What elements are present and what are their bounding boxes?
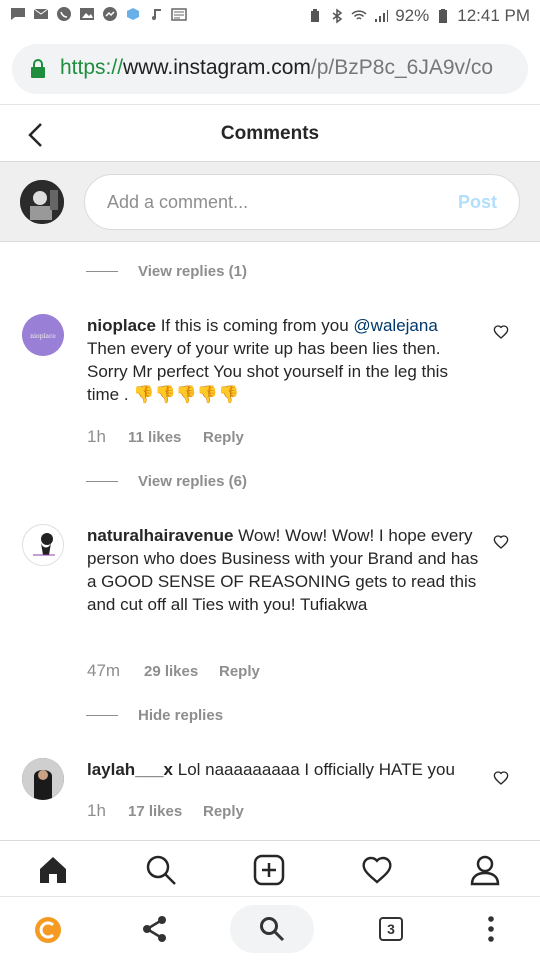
comment-item: laylah___x Lol naaaaaaaaa I officially H… (0, 758, 540, 828)
url-text: https://www.instagram.com/p/BzP8c_6JA9v/… (60, 56, 520, 80)
music-icon (152, 9, 161, 20)
tab-switcher[interactable]: 3 (379, 917, 403, 941)
url-path: /p/BzP8c_6JA9v/co (310, 56, 494, 79)
avatar[interactable] (22, 524, 64, 566)
current-user-avatar[interactable] (20, 180, 64, 224)
avatar[interactable]: nioplace (22, 314, 64, 356)
comment-time: 47m (87, 661, 121, 680)
image-icon (80, 8, 94, 20)
wifi-icon (351, 10, 367, 20)
search-icon (260, 917, 285, 942)
comment-item: naturalhairavenue Wow! Wow! Wow! I hope … (0, 524, 540, 694)
address-bar[interactable]: https://www.instagram.com/p/BzP8c_6JA9v/… (12, 44, 528, 94)
thumbs-down-emoji: 👎👎👎👎👎 (133, 385, 240, 404)
browser-logo-icon[interactable] (34, 916, 62, 949)
overflow-menu-icon[interactable] (486, 915, 496, 948)
comment-likes[interactable]: 17 likes (128, 803, 203, 820)
reply-button[interactable]: Reply (203, 429, 244, 446)
comment-item: nioplace nioplace If this is coming from… (0, 314, 540, 464)
search-icon[interactable] (144, 853, 178, 887)
new-post-icon[interactable] (252, 853, 286, 887)
mention-link[interactable]: @walejana (353, 316, 437, 335)
page-title: Comments (220, 123, 320, 144)
view-replies-label: View replies (6) (138, 473, 247, 490)
url-scheme: https:// (60, 56, 124, 79)
battery-percent: 92% (395, 6, 430, 25)
svg-text:nioplace: nioplace (30, 333, 56, 340)
comment-time: 1h (87, 801, 106, 820)
profile-icon[interactable] (468, 853, 502, 887)
comment-text: Lol naaaaaaaaa I officially HATE you (173, 760, 455, 779)
activity-heart-icon[interactable] (360, 853, 394, 887)
comment-meta: 47m 29 likes Reply (87, 661, 260, 681)
comment-input[interactable]: Add a comment... Post (84, 174, 520, 230)
comment-body: nioplace If this is coming from you @wal… (87, 314, 479, 406)
reply-button[interactable]: Reply (203, 803, 244, 820)
home-icon[interactable] (36, 853, 70, 887)
url-domain: www.instagram.com (123, 56, 311, 79)
messenger-icon (103, 7, 117, 21)
message-icon (11, 8, 25, 20)
comment-body: naturalhairavenue Wow! Wow! Wow! I hope … (87, 524, 479, 616)
comment-body: laylah___x Lol naaaaaaaaa I officially H… (87, 758, 479, 781)
comment-time: 1h (87, 427, 106, 446)
battery-saver-icon (311, 9, 320, 22)
reply-thread-line (86, 271, 118, 272)
lock-icon (31, 59, 45, 78)
view-replies-label: View replies (1) (138, 263, 247, 280)
view-replies-toggle[interactable]: View replies (6) (86, 473, 247, 490)
reply-button[interactable]: Reply (219, 663, 260, 680)
mail-icon (33, 8, 49, 19)
like-heart-icon[interactable] (493, 770, 509, 791)
reply-thread-line (86, 481, 118, 482)
hide-replies-label: Hide replies (138, 707, 224, 724)
clock: 12:41 PM (457, 6, 530, 25)
share-icon[interactable] (141, 915, 169, 948)
instagram-bottom-nav (0, 840, 540, 896)
status-bar: 92% 12:41 PM (0, 0, 540, 34)
reply-thread-line (86, 715, 118, 716)
comment-likes[interactable]: 29 likes (144, 663, 219, 680)
view-replies-toggle[interactable]: View replies (1) (86, 263, 247, 280)
comment-composer: Add a comment... Post (0, 162, 540, 242)
system-icons: 92% 12:41 PM (307, 6, 530, 26)
comment-placeholder: Add a comment... (107, 192, 249, 212)
browser-bottom-bar: 3 (0, 896, 540, 960)
tab-count: 3 (387, 921, 395, 937)
whatsapp-icon (57, 7, 71, 21)
cube-icon (127, 8, 139, 20)
browser-search-button[interactable] (230, 905, 314, 953)
avatar[interactable] (22, 758, 64, 800)
bluetooth-icon (332, 8, 343, 24)
hide-replies-toggle[interactable]: Hide replies (86, 707, 223, 724)
comment-username[interactable]: laylah___x (87, 760, 173, 779)
battery-icon (439, 9, 448, 23)
like-heart-icon[interactable] (493, 324, 509, 345)
like-heart-icon[interactable] (493, 534, 509, 555)
notification-icons (10, 6, 187, 22)
news-icon (171, 8, 187, 21)
signal-icon (375, 10, 389, 22)
comment-meta: 1h 11 likes Reply (87, 427, 244, 447)
comments-header: Comments (0, 104, 540, 162)
post-button[interactable]: Post (458, 192, 497, 213)
comment-meta: 1h 17 likes Reply (87, 801, 244, 821)
comment-username[interactable]: naturalhairavenue (87, 526, 233, 545)
comment-likes[interactable]: 11 likes (128, 429, 203, 446)
comment-text: If this is coming from you (155, 316, 354, 335)
comment-username[interactable]: nioplace (87, 316, 156, 335)
